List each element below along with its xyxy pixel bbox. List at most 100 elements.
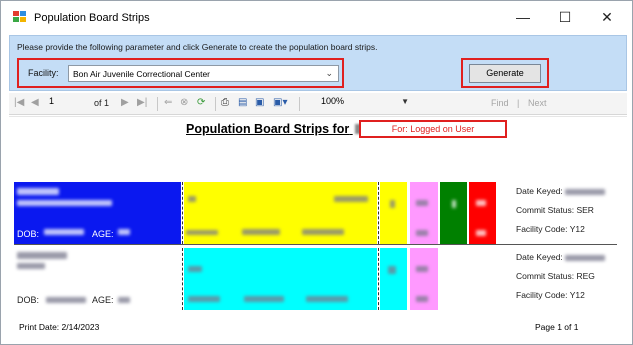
redacted-text: [334, 196, 368, 202]
first-page-icon[interactable]: |◀: [14, 97, 24, 108]
redacted-text: [244, 296, 284, 302]
dob-label: DOB:: [17, 229, 40, 239]
print-layout-icon[interactable]: ▤: [238, 97, 247, 108]
strip-info: Date Keyed: Commit Status: REG Facility …: [516, 248, 606, 305]
next-link[interactable]: Next: [528, 98, 547, 108]
redacted-text: [416, 230, 428, 236]
strip-divider: [378, 248, 379, 310]
page-number-input[interactable]: 1: [49, 96, 85, 111]
status-block: [410, 182, 438, 244]
report-title: Population Board Strips for: [186, 122, 379, 136]
status-block: [469, 182, 496, 244]
generate-highlight: Generate: [461, 58, 549, 88]
redacted-subname: [17, 200, 112, 206]
page-count-label: of 1: [94, 98, 110, 108]
redacted-text: [306, 296, 348, 302]
population-strip: DOB: AGE: Date Keyed: Commit Status: REG…: [14, 248, 617, 310]
stop-icon[interactable]: ⊗: [180, 97, 188, 108]
redacted-age: [118, 229, 130, 235]
status-block: [380, 248, 407, 310]
redacted-text: [388, 266, 396, 274]
strip-divider: [378, 182, 379, 244]
status-block: [380, 182, 407, 244]
zoom-dropdown[interactable]: 100% ▼: [321, 96, 413, 111]
redacted-text: [476, 230, 486, 236]
facility-label: Facility:: [28, 68, 59, 78]
find-link[interactable]: Find: [491, 98, 509, 108]
redacted-text: [188, 196, 196, 202]
window-title: Population Board Strips: [34, 12, 150, 24]
facility-selected-value: Bon Air Juvenile Correctional Center: [73, 69, 211, 79]
status-block: [410, 248, 438, 310]
minimize-button[interactable]: —: [502, 1, 544, 33]
redacted-subname: [17, 263, 45, 269]
toolbar-divider: [215, 97, 216, 111]
title-bar: Population Board Strips — ☐ ✕: [1, 1, 632, 33]
facility-dropdown[interactable]: Bon Air Juvenile Correctional Center ⌄: [68, 65, 339, 82]
redacted-text: [188, 296, 220, 302]
generate-button[interactable]: Generate: [469, 64, 541, 83]
report-app-icon: [13, 11, 26, 23]
redacted-name: [17, 252, 67, 259]
back-icon[interactable]: ⇐: [164, 97, 172, 108]
date-keyed: Date Keyed:: [516, 248, 606, 267]
redacted-name: [17, 188, 59, 195]
find-next-separator: |: [517, 98, 520, 108]
resident-name-block: DOB: AGE:: [14, 182, 181, 244]
redacted-text: [186, 230, 218, 235]
page-info: Page 1 of 1: [535, 322, 579, 332]
chevron-down-icon[interactable]: ⌄: [325, 68, 333, 79]
report-window: Population Board Strips — ☐ ✕ Please pro…: [0, 0, 633, 345]
redacted-text: [416, 200, 428, 206]
facility-code: Facility Code: Y12: [516, 290, 585, 300]
redacted-text: [302, 229, 344, 235]
parameter-panel: Please provide the following parameter a…: [9, 35, 627, 91]
logged-on-user-badge: For: Logged on User: [359, 120, 507, 138]
redacted-date: [565, 254, 606, 261]
strip-separator: [14, 244, 617, 245]
date-keyed: Date Keyed:: [516, 182, 606, 201]
redacted-text: [242, 229, 280, 235]
strip-info: Date Keyed: Commit Status: SER Facility …: [516, 182, 606, 239]
print-icon[interactable]: ⎙: [221, 97, 229, 108]
redacted-text: [452, 200, 456, 208]
population-strip: DOB: AGE: Date Keyed: Commit Status: SER…: [14, 182, 617, 244]
status-block: [440, 182, 467, 244]
redacted-text: [188, 266, 202, 272]
close-button[interactable]: ✕: [586, 1, 628, 33]
resident-name-block: DOB: AGE:: [14, 248, 181, 310]
redacted-dob: [44, 229, 84, 235]
housing-block: [184, 248, 377, 310]
age-label: AGE:: [92, 295, 114, 305]
previous-page-icon[interactable]: ◀: [31, 97, 39, 108]
report-page: Population Board Strips for For: Logged …: [9, 116, 627, 341]
redacted-age: [118, 297, 130, 303]
maximize-button[interactable]: ☐: [544, 1, 586, 33]
report-toolbar: |◀ ◀ 1 of 1 ▶ ▶| ⇐ ⊗ ⟳ ⎙ ▤ ▣ ▣▾ 100% ▼ F…: [9, 93, 627, 115]
dob-label: DOB:: [17, 295, 40, 305]
instruction-text: Please provide the following parameter a…: [17, 42, 378, 52]
redacted-dob: [46, 297, 86, 303]
print-date: Print Date: 2/14/2023: [19, 322, 100, 332]
redacted-text: [416, 266, 428, 272]
redacted-text: [390, 200, 395, 208]
export-icon[interactable]: ▣▾: [273, 97, 287, 108]
report-footer: Print Date: 2/14/2023 Page 1 of 1: [9, 313, 627, 342]
chevron-down-icon[interactable]: ▼: [401, 97, 409, 106]
strip-divider: [182, 182, 183, 244]
page-setup-icon[interactable]: ▣: [255, 97, 264, 108]
housing-block: [184, 182, 377, 244]
toolbar-divider: [157, 97, 158, 111]
strip-divider: [182, 248, 183, 310]
refresh-icon[interactable]: ⟳: [197, 97, 205, 108]
redacted-text: [416, 296, 428, 302]
redacted-text: [476, 200, 486, 206]
facility-highlight: Facility: Bon Air Juvenile Correctional …: [17, 58, 344, 88]
commit-status: Commit Status: REG: [516, 271, 595, 281]
last-page-icon[interactable]: ▶|: [137, 97, 147, 108]
next-page-icon[interactable]: ▶: [121, 97, 129, 108]
facility-code: Facility Code: Y12: [516, 224, 585, 234]
zoom-value: 100%: [321, 96, 345, 106]
commit-status: Commit Status: SER: [516, 205, 594, 215]
age-label: AGE:: [92, 229, 114, 239]
